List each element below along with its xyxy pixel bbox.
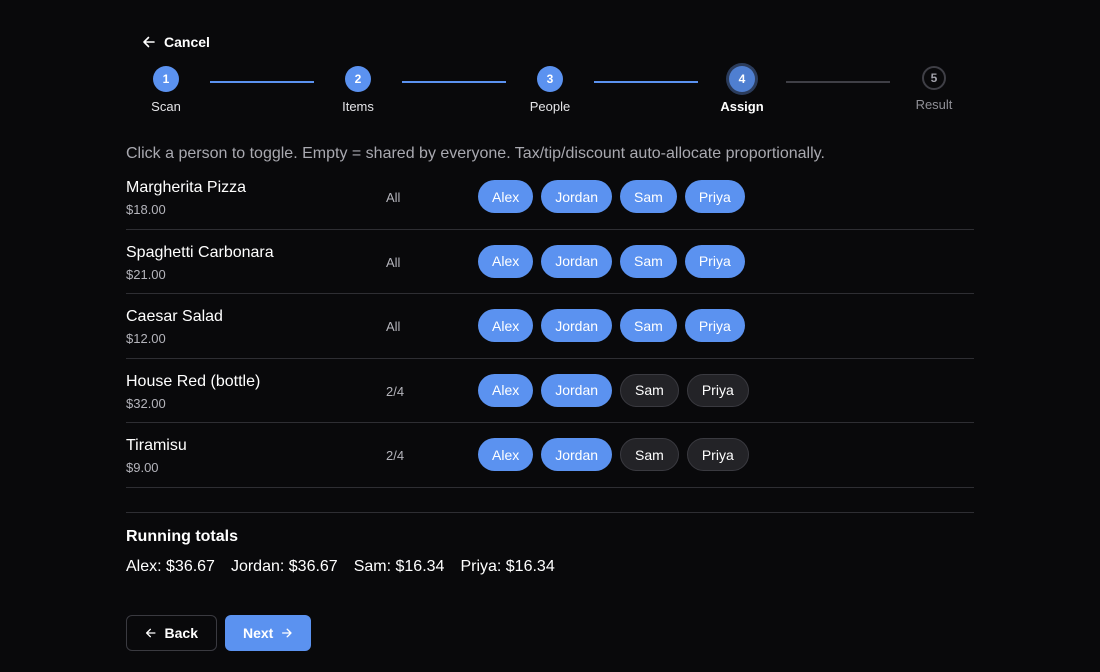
step-number: 1 <box>153 66 179 92</box>
next-button[interactable]: Next <box>225 615 311 651</box>
person-chip-priya[interactable]: Priya <box>686 438 749 472</box>
arrow-left-icon <box>145 628 156 638</box>
step-connector <box>210 81 314 83</box>
item-name: Margherita Pizza <box>126 179 247 196</box>
step-items[interactable]: 2 Items <box>318 66 398 114</box>
person-chip-alex[interactable]: Alex <box>478 438 534 472</box>
person-chip-alex[interactable]: Alex <box>478 180 534 213</box>
next-label: Next <box>243 625 274 641</box>
step-label: Assign <box>720 99 764 114</box>
step-number: 5 <box>922 66 946 90</box>
person-chips: Alex Jordan Sam Priya <box>478 438 749 472</box>
step-connector <box>786 81 890 83</box>
item-price: $18.00 <box>126 202 166 217</box>
item-row: Caesar Salad $12.00 All Alex Jordan Sam Priya <box>126 294 974 359</box>
arrow-left-icon <box>143 36 155 48</box>
item-share-count: All <box>386 190 401 205</box>
item-price: $32.00 <box>126 395 166 411</box>
item-price: $12.00 <box>126 331 166 347</box>
step-label: Result <box>915 97 953 112</box>
person-chip-jordan[interactable]: Jordan <box>541 373 613 407</box>
item-name: Caesar Salad <box>126 308 223 326</box>
item-row: Spaghetti Carbonara $21.00 All Alex Jordan Sa… <box>126 230 974 295</box>
instructions-text: Click a person to toggle. Empty = shared… <box>126 145 825 162</box>
person-chip-sam[interactable]: Sam <box>620 244 677 278</box>
total-jordan: Jordan: $36.67 <box>230 558 338 575</box>
person-chip-jordan[interactable]: Jordan <box>541 438 613 472</box>
person-chip-priya[interactable]: Priya <box>684 244 745 278</box>
person-chip-jordan[interactable]: Jordan <box>541 180 613 213</box>
cancel-button[interactable]: Cancel <box>142 32 210 52</box>
step-number: 4 <box>729 66 755 92</box>
person-chip-alex[interactable]: Alex <box>478 309 534 343</box>
arrow-right-icon <box>282 628 293 638</box>
item-share-count: 2/4 <box>386 383 405 399</box>
total-priya: Priya: $16.34 <box>460 558 555 575</box>
running-totals: Alex: $36.67 Jordan: $36.67 Sam: $16.34 … <box>126 558 555 576</box>
cancel-label: Cancel <box>164 34 210 50</box>
item-row: Tiramisu $9.00 2/4 Alex Jordan Sam Priya <box>126 423 974 488</box>
person-chip-alex[interactable]: Alex <box>478 244 534 278</box>
person-chip-priya[interactable]: Priya <box>686 373 749 407</box>
item-row: Margherita Pizza $18.00 All Alex Jordan Sam Pr… <box>126 165 974 230</box>
item-price: $21.00 <box>126 266 166 282</box>
divider <box>126 512 974 513</box>
item-share-count: 2/4 <box>386 448 405 464</box>
person-chip-sam[interactable]: Sam <box>620 180 677 213</box>
step-label: People <box>529 99 571 114</box>
total-alex: Alex: $36.67 <box>126 558 215 575</box>
step-connector <box>402 81 506 83</box>
item-share-count: All <box>386 254 401 270</box>
person-chips: Alex Jordan Sam Priya <box>478 373 749 407</box>
item-list: Margherita Pizza $18.00 All Alex Jordan Sam Pr… <box>126 165 974 488</box>
step-number: 2 <box>345 66 371 92</box>
person-chip-alex[interactable]: Alex <box>478 373 534 407</box>
step-result: 5 Result <box>894 66 974 112</box>
step-assign[interactable]: 4 Assign <box>702 66 782 114</box>
person-chip-priya[interactable]: Priya <box>684 309 745 343</box>
item-name: Spaghetti Carbonara <box>126 243 274 261</box>
item-price: $9.00 <box>126 460 159 476</box>
step-number: 3 <box>537 66 563 92</box>
person-chips: Alex Jordan Sam Priya <box>478 309 745 343</box>
total-sam: Sam: $16.34 <box>353 558 445 575</box>
step-label: Items <box>342 99 374 114</box>
person-chip-jordan[interactable]: Jordan <box>541 309 613 343</box>
item-row: House Red (bottle) $32.00 2/4 Alex Jordan Sam… <box>126 359 974 424</box>
person-chip-priya[interactable]: Priya <box>684 180 745 213</box>
item-share-count: All <box>386 319 401 335</box>
person-chips: Alex Jordan Sam Priya <box>478 244 745 278</box>
back-button[interactable]: Back <box>126 615 217 651</box>
person-chip-sam[interactable]: Sam <box>620 438 679 472</box>
item-name: House Red (bottle) <box>126 372 261 390</box>
step-scan[interactable]: 1 Scan <box>126 66 206 114</box>
step-label: Scan <box>151 99 181 114</box>
running-totals-title: Running totals <box>126 528 238 545</box>
stepper: 1 Scan 2 Items 3 People 4 Assign 5 Resul… <box>126 66 974 118</box>
person-chip-sam[interactable]: Sam <box>620 309 677 343</box>
back-label: Back <box>164 625 198 641</box>
person-chip-jordan[interactable]: Jordan <box>541 244 613 278</box>
item-name: Tiramisu <box>126 437 187 455</box>
person-chip-sam[interactable]: Sam <box>620 373 679 407</box>
step-connector <box>594 81 698 83</box>
step-people[interactable]: 3 People <box>510 66 590 114</box>
person-chips: Alex Jordan Sam Priya <box>478 180 745 213</box>
